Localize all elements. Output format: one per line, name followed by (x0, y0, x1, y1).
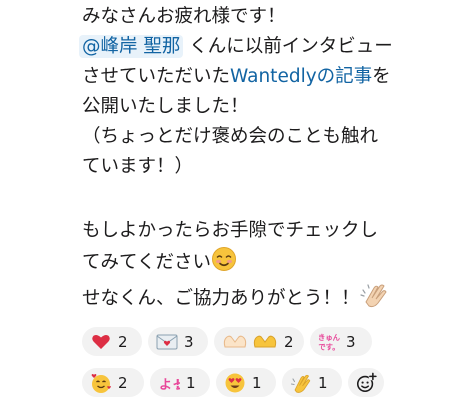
reaction-row: 2 よっ! 1 1 1 (82, 368, 384, 397)
reaction-kyun-desu[interactable]: きゅん です。 3 (310, 327, 372, 356)
reaction-count: 1 (186, 373, 196, 392)
reaction-smiling-face-hearts[interactable]: 2 (82, 368, 144, 397)
clapping-hands-icon (359, 282, 390, 318)
reaction-count: 3 (346, 332, 356, 351)
love-letter-icon (156, 331, 178, 353)
message-line: ています！） (82, 156, 194, 177)
heart-eyes-icon (224, 372, 246, 394)
svg-text:!: ! (175, 377, 180, 391)
clapping-hands-icon (290, 372, 312, 394)
message-paragraph-1: みなさんお疲れ様です！ @峰岸 聖那 くんに以前インタビュー させていただいたW… (79, 2, 467, 182)
message-line: 公開いたしました！ (82, 96, 249, 117)
heart-hands-icon (222, 331, 278, 353)
add-reaction-button[interactable] (348, 368, 384, 397)
message-line: もしよかったらお手隙でチェックし (82, 220, 379, 241)
reaction-row: 2 3 2 きゅん です。 3 (82, 327, 372, 356)
reaction-yo[interactable]: よっ! 1 (150, 368, 210, 397)
reaction-count: 2 (284, 332, 294, 351)
reaction-love-letter[interactable]: 3 (148, 327, 208, 356)
wantedly-article-link[interactable]: Wantedlyの記事 (230, 66, 372, 87)
reaction-count: 2 (118, 332, 128, 351)
message-text: てみてください (82, 252, 211, 273)
svg-text:です。: です。 (318, 342, 339, 351)
add-reaction-icon (355, 372, 377, 394)
red-heart-icon (90, 331, 112, 353)
message-line: てみてください (82, 246, 467, 282)
message-text: せなくん、ご協力ありがとう！！ (82, 288, 360, 309)
yo-icon: よっ! (158, 372, 180, 394)
message-paragraph-2: もしよかったらお手隙でチェックし てみてください せなくん、ご協力ありがとう！！ (82, 216, 467, 318)
smiling-face-icon (211, 246, 237, 282)
reaction-heart-hands[interactable]: 2 (214, 327, 304, 356)
message-line: （ちょっとだけ褒め会のことも触れ (82, 126, 379, 147)
user-mention[interactable]: @峰岸 聖那 (79, 35, 184, 58)
svg-text:きゅん: きゅん (318, 333, 340, 342)
message-line: みなさんお疲れ様です！ (82, 6, 286, 27)
reaction-count: 2 (118, 373, 128, 392)
reaction-count: 1 (318, 373, 328, 392)
message-line: せなくん、ご協力ありがとう！！ (82, 282, 467, 318)
message-text: くんに以前インタビュー (183, 36, 393, 57)
message-line: @峰岸 聖那 くんに以前インタビュー (79, 32, 467, 62)
reaction-count: 3 (184, 332, 194, 351)
reaction-clapping-hands[interactable]: 1 (282, 368, 342, 397)
message-line: させていただいたWantedlyの記事を (82, 62, 467, 92)
message-text: を (372, 66, 391, 87)
smiling-face-hearts-icon (90, 372, 112, 394)
reaction-red-heart[interactable]: 2 (82, 327, 142, 356)
reaction-count: 1 (252, 373, 262, 392)
message-text: させていただいた (82, 66, 231, 87)
kyun-desu-icon: きゅん です。 (318, 331, 340, 353)
reaction-heart-eyes[interactable]: 1 (216, 368, 276, 397)
